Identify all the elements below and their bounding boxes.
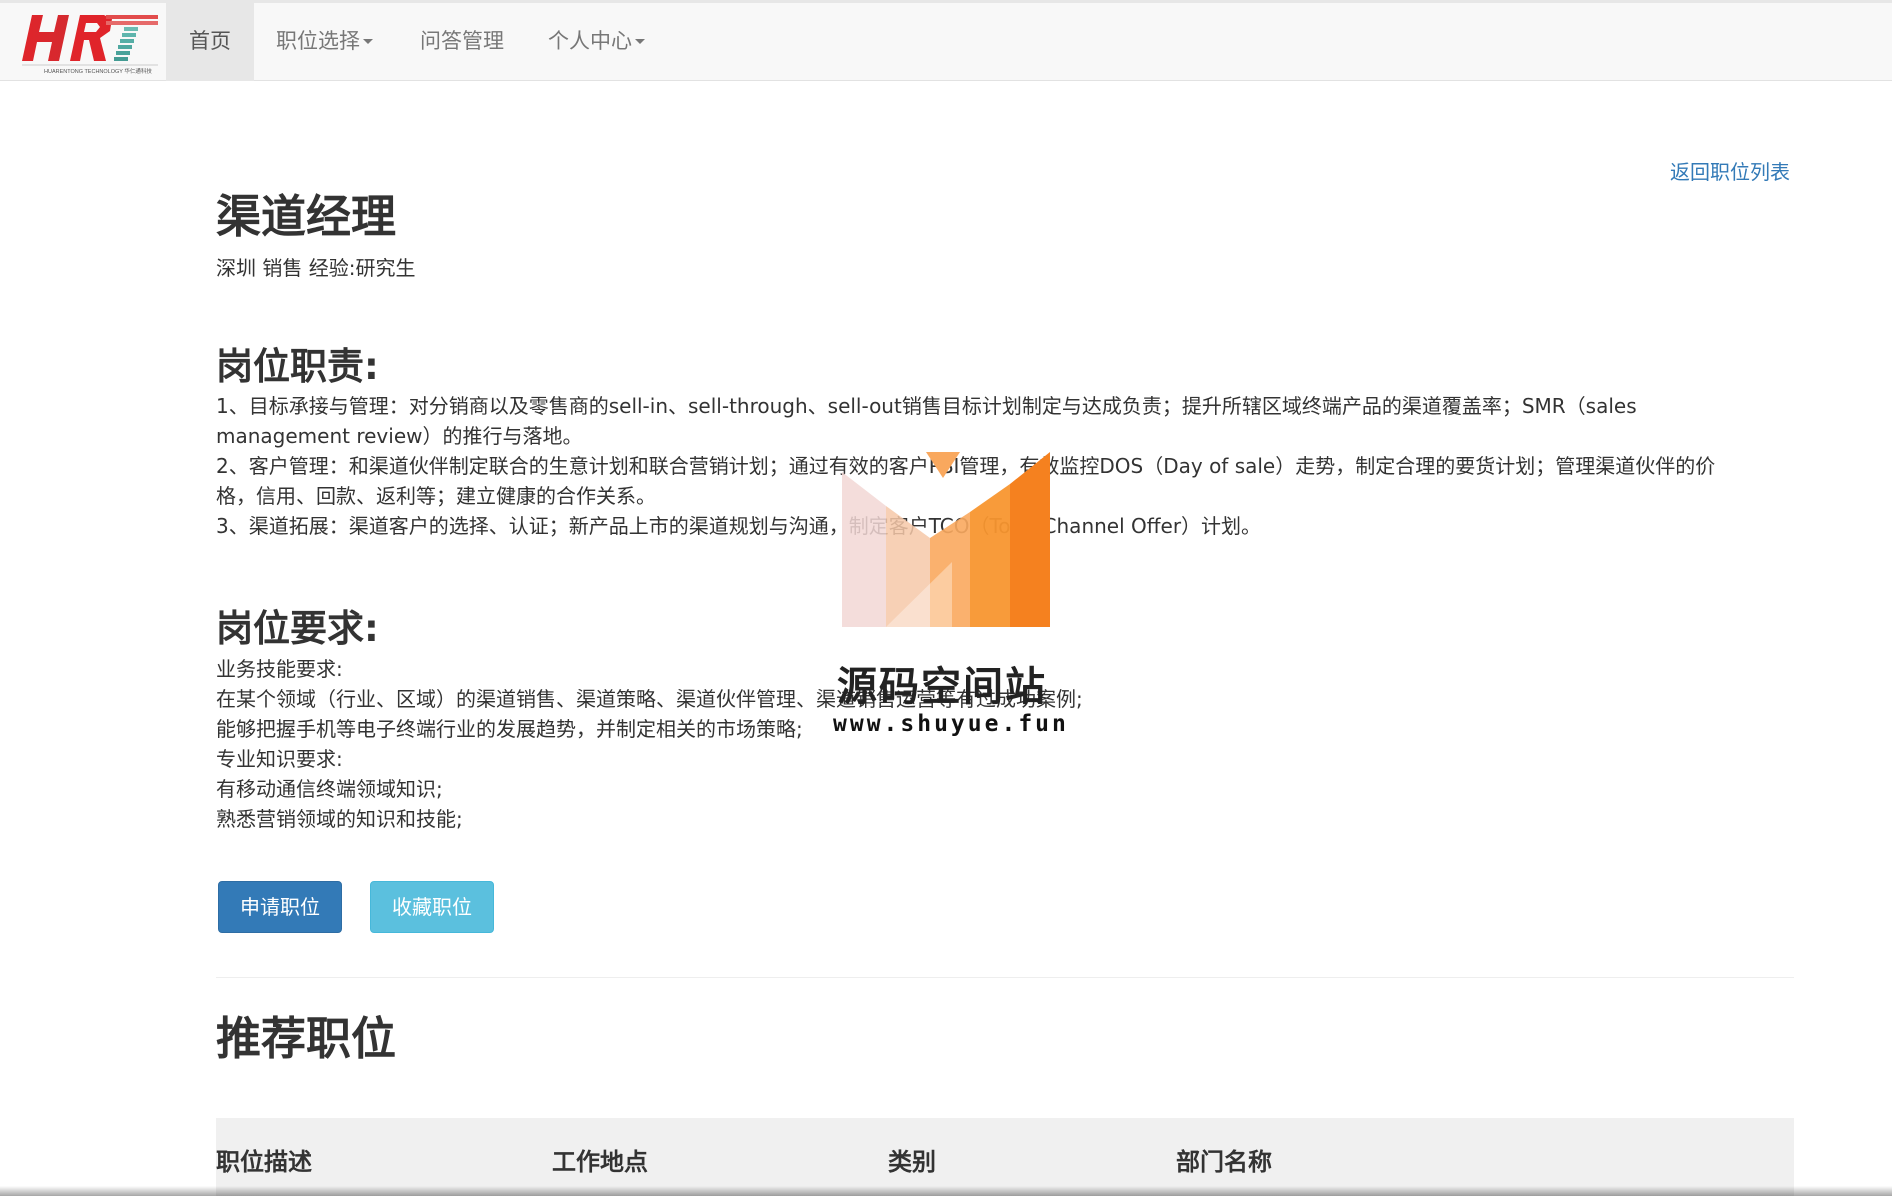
- caret-down-icon: [635, 38, 645, 44]
- job-title: 渠道经理: [216, 190, 397, 243]
- brand-logo[interactable]: HUARENTONG TECHNOLOGY 华仁通科技: [16, 7, 164, 77]
- nav-home-label: 首页: [189, 29, 231, 53]
- duties-line: management review）的推行与落地。: [216, 424, 583, 448]
- nav-job-select[interactable]: 职位选择: [276, 3, 373, 81]
- column-header-department[interactable]: 部门名称: [1176, 1142, 1272, 1177]
- requirements-line: 能够把握手机等电子终端行业的发展趋势，并制定相关的市场策略;: [216, 717, 803, 741]
- top-navbar: HUARENTONG TECHNOLOGY 华仁通科技 首页 职位选择 问答管理…: [0, 3, 1892, 81]
- duties-line: 3、渠道拓展：渠道客户的选择、认证；新产品上市的渠道规划与沟通，制定客户TCO（…: [216, 514, 1262, 538]
- watermark-text: 源码空间站: [837, 664, 1047, 710]
- duties-line: 1、目标承接与管理：对分销商以及零售商的sell-in、sell-through…: [216, 394, 1637, 418]
- duties-line: 格，信用、回款、返利等；建立健康的合作关系。: [216, 484, 656, 508]
- caret-down-icon: [363, 38, 373, 44]
- bottom-edge-shadow: [0, 1186, 1892, 1196]
- nav-personal-center-label: 个人中心: [548, 29, 632, 53]
- back-to-job-list-link[interactable]: 返回职位列表: [1670, 156, 1790, 185]
- requirements-line: 有移动通信终端领域知识;: [216, 777, 443, 801]
- job-meta: 深圳 销售 经验:研究生: [216, 256, 416, 280]
- column-header-category[interactable]: 类别: [888, 1142, 936, 1177]
- nav-qa-manage-label: 问答管理: [420, 29, 504, 53]
- column-header-location[interactable]: 工作地点: [552, 1142, 648, 1177]
- requirements-line: 专业知识要求:: [216, 747, 343, 771]
- favorite-job-button[interactable]: 收藏职位: [370, 881, 494, 933]
- duties-heading: 岗位职责:: [216, 345, 379, 388]
- requirements-line: 业务技能要求:: [216, 657, 343, 681]
- brand-subtext: HUARENTONG TECHNOLOGY 华仁通科技: [44, 67, 152, 75]
- requirements-line: 熟悉营销领域的知识和技能;: [216, 807, 463, 831]
- recommended-heading: 推荐职位: [216, 1012, 397, 1065]
- nav-personal-center[interactable]: 个人中心: [548, 3, 645, 81]
- apply-job-button[interactable]: 申请职位: [218, 881, 342, 933]
- requirements-heading: 岗位要求:: [216, 607, 379, 650]
- watermark-logo-icon: [842, 452, 1050, 627]
- watermark-url: www.shuyue.fun: [833, 711, 1069, 737]
- nav-job-select-label: 职位选择: [276, 29, 360, 53]
- nav-qa-manage[interactable]: 问答管理: [420, 3, 504, 81]
- nav-home[interactable]: 首页: [166, 3, 254, 81]
- hrt-logo-icon: HUARENTONG TECHNOLOGY 华仁通科技: [22, 15, 158, 75]
- column-header-description[interactable]: 职位描述: [216, 1142, 312, 1177]
- section-divider: [216, 977, 1794, 978]
- recommended-table-header: 职位描述 工作地点 类别 部门名称: [216, 1118, 1794, 1196]
